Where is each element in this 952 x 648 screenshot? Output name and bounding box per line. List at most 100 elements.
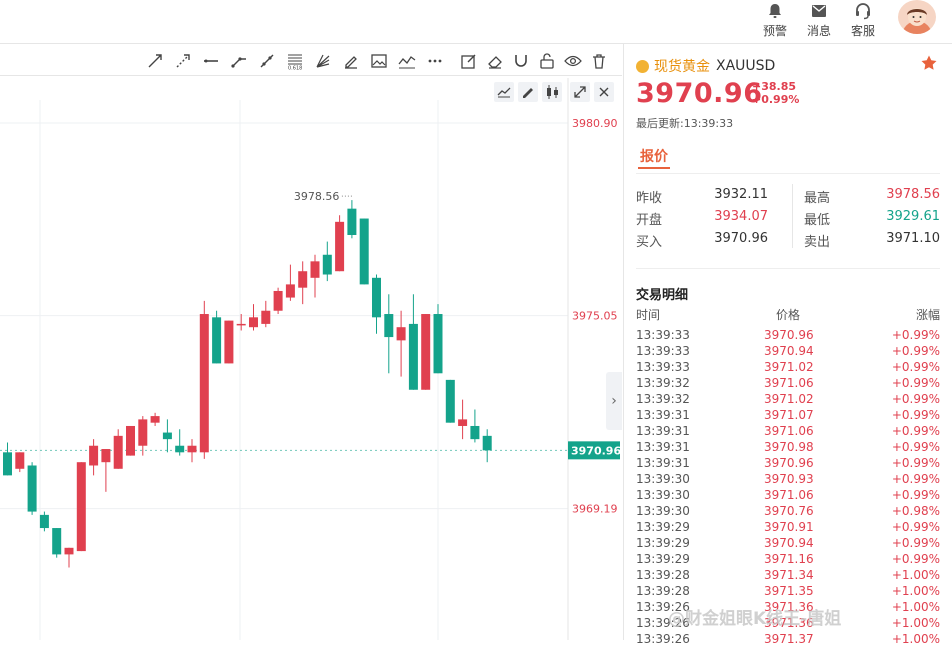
candle-body <box>335 221 345 272</box>
header-price: 价格 <box>776 308 801 322</box>
alert-button[interactable]: 预警 <box>755 0 795 44</box>
stat-value: 3929.61 <box>886 209 940 224</box>
trade-time: 13:39:31 <box>636 440 690 454</box>
horizontal-line-tool[interactable] <box>202 52 220 70</box>
segment-tool[interactable] <box>230 52 248 70</box>
candle-body <box>187 445 197 453</box>
candle-body <box>310 261 320 278</box>
dashed-ray-tool[interactable] <box>174 52 192 70</box>
trade-change: +0.99% <box>891 456 940 470</box>
trade-row: 13:39:33 3970.94 +0.99% <box>636 344 940 360</box>
trade-price: 3970.94 <box>764 536 814 550</box>
trade-time: 13:39:28 <box>636 584 690 598</box>
collapse-panel-button[interactable]: › <box>606 372 622 430</box>
trade-row: 13:39:29 3970.91 +0.99% <box>636 520 940 536</box>
trade-list-header: 时间 价格 涨幅 <box>636 306 940 322</box>
trade-change: +0.99% <box>891 472 940 486</box>
trade-time: 13:39:26 <box>636 632 690 646</box>
trade-row: 13:39:31 3971.06 +0.99% <box>636 424 940 440</box>
candle-body <box>421 314 431 390</box>
image-tool[interactable] <box>370 52 388 70</box>
candle-body <box>408 323 418 390</box>
trade-change: +0.99% <box>891 552 940 566</box>
gold-coin-icon <box>636 59 649 73</box>
trade-price: 3971.16 <box>764 552 814 566</box>
trade-row: 13:39:31 3970.96 +0.99% <box>636 456 940 472</box>
candle-body <box>199 314 209 453</box>
trade-time: 13:39:29 <box>636 520 690 534</box>
stat-label: 最低 <box>804 213 831 228</box>
more-tools[interactable] <box>426 52 444 70</box>
service-button[interactable]: 客服 <box>843 0 883 44</box>
trade-price: 3971.06 <box>764 424 814 438</box>
trade-row: 13:39:30 3970.76 +0.98% <box>636 504 940 520</box>
fibonacci-icon: 0.618 <box>288 54 302 72</box>
candle-body <box>39 514 49 529</box>
wave-tool[interactable] <box>398 52 416 70</box>
trade-row: 13:39:26 3971.37 +1.00% <box>636 632 940 648</box>
trade-change: +0.99% <box>891 344 940 358</box>
favorite-star-icon[interactable] <box>920 54 938 72</box>
visibility-tool[interactable] <box>564 52 582 70</box>
instrument-symbol: XAUUSD <box>716 58 776 74</box>
candle-body <box>126 425 135 456</box>
trade-row: 13:39:30 3970.93 +0.99% <box>636 472 940 488</box>
trade-row: 13:39:28 3971.34 +1.00% <box>636 568 940 584</box>
fibonacci-tool[interactable]: 0.618 <box>286 52 304 72</box>
magnet-tool[interactable] <box>512 52 530 70</box>
svg-text:0.618: 0.618 <box>288 66 302 71</box>
trade-time: 13:39:33 <box>636 328 690 342</box>
tab-quote[interactable]: 报价 <box>640 146 668 166</box>
fan-tool[interactable] <box>314 52 332 70</box>
tab-active-underline <box>638 167 670 169</box>
candle-body <box>458 419 468 426</box>
trend-line-tool[interactable] <box>258 52 276 70</box>
trade-list[interactable]: 13:39:33 3970.96 +0.99% 13:39:33 3970.94 +0.9… <box>636 328 940 648</box>
y-axis-tick-label: 3975.05 <box>572 310 618 323</box>
candle-body <box>101 449 111 463</box>
watermark: @财金姐眼K线王-唐姐 <box>668 609 842 629</box>
alert-label: 预警 <box>762 24 787 38</box>
trade-price: 3971.34 <box>764 568 814 582</box>
brush-tool[interactable] <box>342 52 360 70</box>
change-percent: +0.99% <box>752 93 800 106</box>
chart-svg[interactable]: 3980.90 3975.05 3969.19 3970.96 3978.56 <box>0 78 622 640</box>
candle-body <box>285 284 295 298</box>
eraser-tool[interactable] <box>486 52 504 70</box>
trade-change: +1.00% <box>891 584 940 598</box>
trade-time: 13:39:29 <box>636 536 690 550</box>
trade-time: 13:39:31 <box>636 424 690 438</box>
trade-price: 3971.02 <box>764 360 814 374</box>
ray-tool[interactable] <box>146 52 164 70</box>
message-button[interactable]: 消息 <box>799 0 839 44</box>
edit-tool[interactable] <box>460 52 478 70</box>
trend-line-icon <box>260 54 274 68</box>
trade-price: 3970.96 <box>764 456 814 470</box>
high-annotation: 3978.56 <box>294 190 340 203</box>
candlestick-chart[interactable]: 3980.90 3975.05 3969.19 3970.96 3978.56 <box>0 78 622 640</box>
candle-body <box>482 435 492 451</box>
trade-change: +0.99% <box>891 424 940 438</box>
trade-row: 13:39:29 3970.94 +0.99% <box>636 536 940 552</box>
candle-body <box>359 218 369 285</box>
trade-price: 3971.07 <box>764 408 814 422</box>
delete-tool[interactable] <box>590 52 608 70</box>
horizontal-line-icon <box>204 59 218 63</box>
trade-details-title: 交易明细 <box>636 288 689 303</box>
lock-tool[interactable] <box>538 52 556 70</box>
headset-icon <box>856 3 870 20</box>
candle-body <box>433 314 443 374</box>
candle-body <box>212 317 222 364</box>
trade-row: 13:39:29 3971.16 +0.99% <box>636 552 940 568</box>
instrument-title: 现货黄金 XAUUSD <box>636 56 775 76</box>
trade-change: +0.99% <box>891 520 940 534</box>
trade-change: +1.00% <box>891 616 940 630</box>
trade-time: 13:39:31 <box>636 456 690 470</box>
avatar[interactable] <box>898 0 936 34</box>
candle-body <box>150 416 160 423</box>
trade-price: 3970.96 <box>764 328 814 342</box>
quote-stats: 昨收 3932.11 最高 3978.56 开盘 3934.07 最低 3929.61 买入 39… <box>636 184 940 250</box>
trade-row: 13:39:28 3971.35 +1.00% <box>636 584 940 600</box>
trade-row: 13:39:30 3971.06 +0.99% <box>636 488 940 504</box>
service-label: 客服 <box>850 24 875 38</box>
